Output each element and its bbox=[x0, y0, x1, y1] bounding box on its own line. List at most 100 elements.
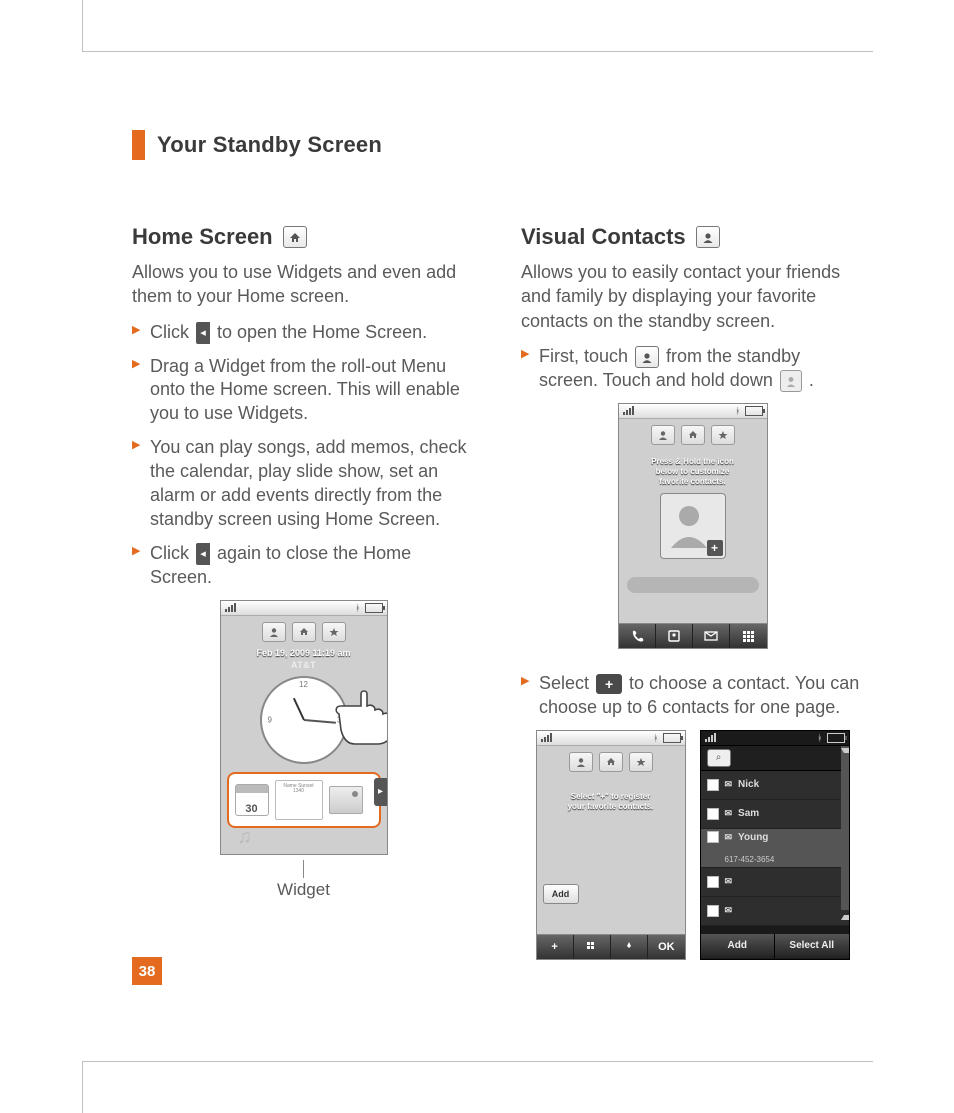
phone-mock: ᚼ Press & Hold the icon below to customi… bbox=[618, 403, 768, 649]
bluetooth-icon: ᚼ bbox=[355, 603, 360, 613]
music-widget-icon: ♫ bbox=[231, 826, 259, 850]
contacts-tab-icon bbox=[651, 425, 675, 445]
dialer-icon bbox=[619, 624, 656, 648]
menu-grid-icon bbox=[730, 624, 766, 648]
favorites-tab-icon bbox=[629, 752, 653, 772]
phone-mock-select-prompt: ᚼ Select "+" to register your favorite c… bbox=[536, 730, 686, 960]
favorites-tab-icon bbox=[322, 622, 346, 642]
phone-carrier-text: AT&T bbox=[221, 660, 387, 670]
battery-icon bbox=[745, 406, 763, 416]
home-tab-icon bbox=[681, 425, 705, 445]
battery-icon bbox=[663, 733, 681, 743]
contact-icon bbox=[635, 346, 659, 368]
heading-text: Visual Contacts bbox=[521, 224, 686, 250]
section-heading-visual-contacts: Visual Contacts bbox=[521, 224, 864, 250]
contacts-icon bbox=[656, 624, 693, 648]
checkbox-icon bbox=[707, 831, 719, 843]
bluetooth-icon: ᚼ bbox=[653, 733, 658, 743]
signal-icon bbox=[225, 603, 236, 612]
contact-slot-icon bbox=[780, 370, 802, 392]
select-all-button: Select All bbox=[775, 934, 849, 958]
phone-body: Select "+" to register your favorite con… bbox=[537, 746, 685, 934]
battery-icon bbox=[365, 603, 383, 613]
checkbox-icon bbox=[707, 876, 719, 888]
figure-visual-contacts-1: ᚼ Press & Hold the icon below to customi… bbox=[521, 403, 864, 654]
step-item: Select + to choose a contact. You can ch… bbox=[521, 672, 864, 720]
grid-button-icon bbox=[574, 935, 611, 959]
phone-number-text: 617-452-3654 bbox=[725, 855, 843, 864]
phone-mock: ᚼ Feb 19, 2009 11:19 am AT&T 12 bbox=[220, 600, 388, 855]
add-plus-icon: + bbox=[707, 540, 723, 556]
list-header: ⌕ bbox=[701, 746, 849, 771]
phone-body: ⌕ ✉Nick ✉Sam ✉Young 617-452-3654 ✉ ✉ bbox=[701, 746, 849, 934]
figure-pair: ᚼ Select "+" to register your favorite c… bbox=[521, 730, 864, 960]
checkbox-icon bbox=[707, 808, 719, 820]
chapter-title: Your Standby Screen bbox=[157, 132, 382, 158]
phone-top-tabs bbox=[619, 419, 767, 451]
step-list: Select + to choose a contact. You can ch… bbox=[521, 672, 864, 720]
calendar-widget-icon: 30 bbox=[235, 784, 269, 816]
bluetooth-icon: ᚼ bbox=[817, 733, 822, 743]
checkbox-icon bbox=[707, 905, 719, 917]
contacts-tab-icon bbox=[569, 752, 593, 772]
page-number-badge: 38 bbox=[132, 957, 162, 985]
instruction-text: Press & Hold the icon below to customize… bbox=[619, 451, 767, 487]
add-button: Add bbox=[701, 934, 776, 958]
phone-top-tabs bbox=[537, 746, 685, 778]
phone-bottom-bar: + OK bbox=[537, 934, 685, 959]
two-column-layout: Home Screen Allows you to use Widgets an… bbox=[132, 224, 864, 960]
signal-icon bbox=[623, 406, 634, 415]
phone-body: Press & Hold the icon below to customize… bbox=[619, 419, 767, 623]
favorites-tab-icon bbox=[711, 425, 735, 445]
home-tab-icon bbox=[292, 622, 316, 642]
ok-button: OK bbox=[648, 935, 684, 959]
section-heading-home-screen: Home Screen bbox=[132, 224, 475, 250]
phone-body: Feb 19, 2009 11:19 am AT&T 12 3 9 ▸ bbox=[221, 616, 387, 854]
signal-icon bbox=[705, 733, 716, 742]
step-item: Click ◂ again to close the Home Screen. bbox=[132, 542, 475, 590]
list-item: ✉ bbox=[701, 868, 849, 897]
section-lead: Allows you to use Widgets and even add t… bbox=[132, 260, 475, 309]
plus-button: + bbox=[537, 935, 574, 959]
checkbox-icon bbox=[707, 779, 719, 791]
left-column: Home Screen Allows you to use Widgets an… bbox=[132, 224, 475, 960]
photo-widget-icon bbox=[329, 786, 363, 814]
figure-caption: Widget bbox=[132, 880, 475, 900]
step-list: Click ◂ to open the Home Screen. Drag a … bbox=[132, 321, 475, 590]
instruction-text: Select "+" to register your favorite con… bbox=[537, 778, 685, 812]
widget-drawer-handle: ▸ bbox=[374, 778, 388, 806]
page-content: Your Standby Screen Home Screen Allows y… bbox=[132, 130, 864, 1003]
step-item: You can play songs, add memos, check the… bbox=[132, 436, 475, 532]
figure-home-screen: ᚼ Feb 19, 2009 11:19 am AT&T 12 bbox=[132, 600, 475, 900]
add-flyout-label: Add bbox=[543, 884, 579, 904]
contact-slot: + bbox=[660, 493, 726, 559]
right-column: Visual Contacts Allows you to easily con… bbox=[521, 224, 864, 960]
chapter-accent-bar bbox=[132, 130, 145, 160]
phone-status-bar: ᚼ bbox=[619, 404, 767, 419]
drawer-tab-icon: ◂ bbox=[196, 322, 210, 344]
callout-line bbox=[303, 860, 304, 878]
pointing-hand-icon bbox=[333, 688, 388, 746]
phone-status-bar: ᚼ bbox=[221, 601, 387, 616]
phone-mock-contact-list: ᚼ ⌕ ✉Nick ✉Sam ✉Young 617-452-3654 bbox=[700, 730, 850, 960]
messaging-icon bbox=[693, 624, 730, 648]
phone-top-tabs bbox=[221, 616, 387, 648]
crop-mark-bottom bbox=[82, 1061, 95, 1113]
person-silhouette-icon bbox=[667, 502, 711, 548]
phone-status-bar: ᚼ bbox=[537, 731, 685, 746]
phone-date-text: Feb 19, 2009 11:19 am bbox=[221, 648, 387, 658]
list-item: ✉Sam bbox=[701, 800, 849, 829]
heading-text: Home Screen bbox=[132, 224, 273, 250]
phone-bottom-bar bbox=[619, 623, 767, 648]
search-icon: ⌕ bbox=[707, 749, 731, 767]
step-item: Drag a Widget from the roll-out Menu ont… bbox=[132, 355, 475, 427]
memo-widget-icon: Name Sunset 1340 bbox=[275, 780, 323, 820]
phone-status-bar: ᚼ bbox=[701, 731, 849, 746]
bluetooth-icon: ᚼ bbox=[735, 406, 740, 416]
home-tab-icon bbox=[599, 752, 623, 772]
list-item-selected: ✉Young 617-452-3654 bbox=[701, 829, 849, 868]
widget-tray: 30 Name Sunset 1340 bbox=[227, 772, 381, 828]
section-lead: Allows you to easily contact your friend… bbox=[521, 260, 864, 333]
chapter-header: Your Standby Screen bbox=[132, 130, 864, 160]
pin-button-icon bbox=[611, 935, 648, 959]
